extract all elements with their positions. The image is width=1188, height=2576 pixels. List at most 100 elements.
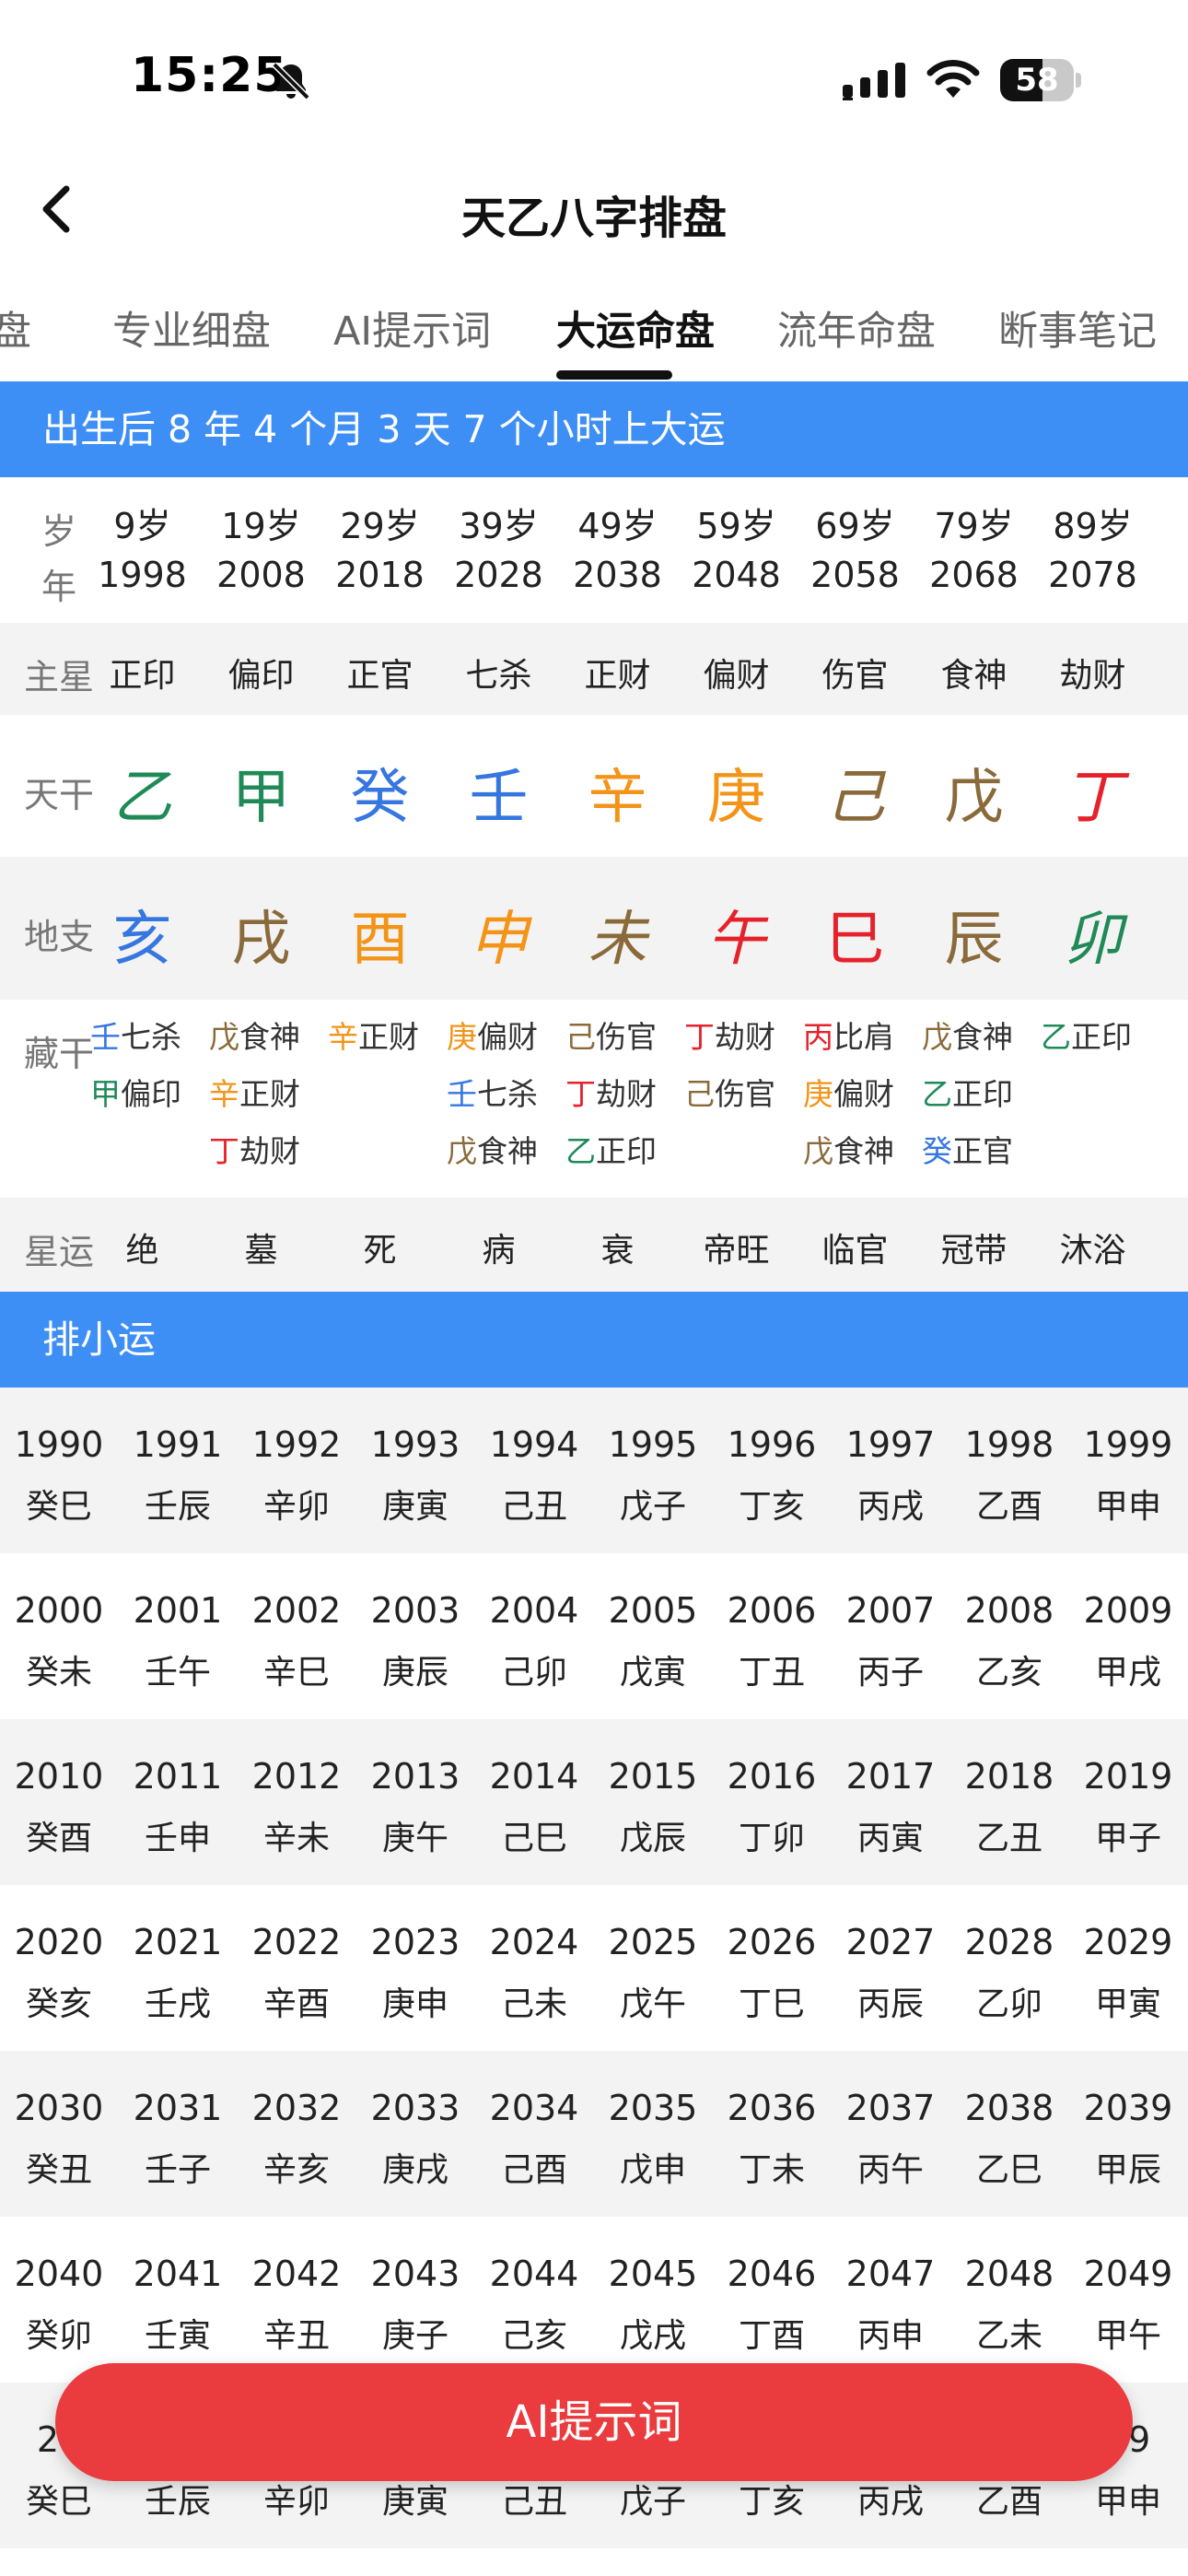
- xiaoyun-ganzhi: 甲申: [1094, 2483, 1161, 2521]
- xiaoyun-year: 2033: [370, 2088, 460, 2128]
- xiaoyun-ganzhi: 丙戌: [856, 1488, 924, 1526]
- xiaoyun-year: 2025: [608, 1922, 698, 1962]
- canggan-cell: 乙正印: [1041, 1009, 1159, 1066]
- dayun-age: 19岁: [221, 506, 301, 546]
- xiaoyun-year: 2038: [964, 2088, 1054, 2128]
- canggan-stem: 辛: [328, 1019, 358, 1055]
- tab-notes[interactable]: 断事笔记: [998, 299, 1157, 357]
- xiaoyun-ganzhi: 辛酉: [262, 1985, 330, 2023]
- canggan-cell: 丙比肩 庚偏财 戊食神: [803, 1009, 922, 1180]
- tiangan-glyph: 癸: [350, 764, 410, 832]
- xiaoyun-ganzhi: 乙卯: [975, 1985, 1042, 2023]
- xiaoyun-ganzhi: 乙亥: [975, 1654, 1042, 1692]
- xiaoyun-year: 2023: [370, 1922, 460, 1962]
- xiaoyun-ganzhi: 癸丑: [25, 2151, 92, 2189]
- xiaoyun-ganzhi: 甲午: [1094, 2317, 1161, 2355]
- tab-liunian[interactable]: 流年命盘: [777, 299, 936, 357]
- dizhi-glyph: 辰: [944, 906, 1004, 974]
- xiaoyun-year: 2015: [608, 1756, 698, 1797]
- xiaoyun-ganzhi: 壬戌: [144, 1985, 211, 2023]
- xiaoyun-ganzhi: 丙午: [856, 2151, 924, 2189]
- xiaoyun-ganzhi: 己酉: [500, 2151, 567, 2189]
- xiaoyun-ganzhi: 丙戌: [856, 2483, 924, 2521]
- ai-prompt-button[interactable]: AI提示词: [55, 2363, 1133, 2481]
- xiaoyun-year: 2004: [489, 1590, 579, 1631]
- canggan-shishen: 劫财: [239, 1133, 300, 1169]
- xiaoyun-ganzhi: 丙子: [856, 1654, 924, 1692]
- age-year-row: 岁 年 9岁 1998 19岁 2008 29岁 2018 39岁 2028 49岁 2038 59…: [0, 477, 1188, 623]
- canggan-stem: 甲: [90, 1076, 121, 1112]
- canggan-shishen: 食神: [833, 1133, 894, 1169]
- xiaoyun-year: 2005: [608, 1590, 698, 1631]
- canggan-stem: 乙: [922, 1076, 952, 1112]
- tab-mingpan[interactable]: 命盘: [0, 299, 31, 357]
- canggan-shishen: 偏财: [833, 1076, 894, 1112]
- xiaoyun-ganzhi: 己未: [500, 1985, 567, 2023]
- battery-percent: 58: [1015, 62, 1059, 99]
- xiaoyun-ganzhi: 丙申: [856, 2317, 924, 2355]
- dayun-age: 89岁: [1053, 506, 1133, 546]
- xiaoyun-ganzhi: 戊午: [619, 1985, 686, 2023]
- xiaoyun-year: 1992: [251, 1424, 342, 1465]
- canggan-shishen: 七杀: [477, 1076, 538, 1112]
- canggan-shishen: 食神: [239, 1019, 300, 1055]
- tiangan-glyph: 甲: [231, 764, 291, 832]
- xiaoyun-ganzhi: 丁亥: [738, 1488, 805, 1526]
- dizhi-glyph: 申: [469, 906, 529, 974]
- wifi-icon: [926, 60, 980, 98]
- xiaoyun-year: 1997: [845, 1424, 936, 1465]
- dayun-age: 49岁: [577, 506, 658, 546]
- xiaoyun-ganzhi: 癸卯: [25, 2317, 92, 2355]
- canggan-cell: 丁劫财 己伤官: [684, 1009, 803, 1123]
- xiaoyun-year: 1996: [727, 1424, 817, 1465]
- canggan-cell: 壬七杀 甲偏印: [90, 1009, 209, 1123]
- xiaoyun-year: 2031: [133, 2088, 223, 2128]
- canggan-shishen: 比肩: [833, 1019, 894, 1055]
- xiaoyun-year: 2046: [727, 2254, 817, 2294]
- dayun-year: 2028: [454, 555, 543, 595]
- canggan-stem: 戊: [209, 1019, 239, 1055]
- xiaoyun-year: 2036: [727, 2088, 817, 2128]
- tab-zhuanye[interactable]: 专业细盘: [112, 299, 271, 357]
- dizhi-glyph: 酉: [350, 906, 410, 974]
- tab-dayun[interactable]: 大运命盘: [556, 299, 715, 357]
- dayun-year: 2058: [810, 555, 900, 595]
- xingyun-row: 星运 绝墓死病衰帝旺 临官 冠带 沐浴: [0, 1198, 1188, 1292]
- canggan-shishen: 劫财: [715, 1019, 775, 1055]
- canggan-shishen: 七杀: [121, 1019, 181, 1055]
- canggan-stem: 乙: [1041, 1019, 1071, 1055]
- canggan-line: 戊食神: [209, 1009, 328, 1066]
- dayun-age: 9岁: [113, 506, 171, 546]
- tab-ai-prompt[interactable]: AI提示词: [333, 299, 491, 357]
- xiaoyun-year: 2039: [1083, 2088, 1173, 2128]
- status-bar: 15:25 58: [0, 0, 1188, 161]
- canggan-stem: 丙: [803, 1019, 833, 1055]
- canggan-cell: 辛正财: [328, 1009, 447, 1066]
- xiaoyun-ganzhi: 辛巳: [262, 1654, 330, 1692]
- canggan-row: 藏干 壬七杀 甲偏印 戊食神 辛正财 丁劫财 辛正财 庚偏财 壬七杀 戊食神 己伤官 丁劫财 乙正印丁…: [0, 1000, 1188, 1198]
- bell-muted-icon: [272, 62, 310, 100]
- xiaoyun-year: 2014: [489, 1756, 579, 1797]
- xiaoyun-year: 2042: [251, 2254, 342, 2294]
- zhuxing-cell: 偏财: [703, 657, 770, 695]
- canggan-shishen: 偏财: [477, 1019, 538, 1055]
- xiaoyun-year: 2021: [133, 1922, 223, 1962]
- canggan-shishen: 正印: [1071, 1019, 1132, 1055]
- xiaoyun-ganzhi: 丙寅: [856, 1820, 924, 1857]
- xiaoyun-ganzhi: 戊申: [619, 2151, 686, 2189]
- xingyun-cell: 冠带: [940, 1232, 1007, 1270]
- xiaoyun-ganzhi: 丁丑: [738, 1654, 805, 1692]
- xiaoyun-ganzhi: 壬寅: [144, 2317, 211, 2355]
- xiaoyun-ganzhi: 戊辰: [619, 1820, 686, 1857]
- xiaoyun-ganzhi: 癸亥: [25, 1985, 92, 2023]
- dayun-year: 2038: [573, 555, 662, 595]
- tiangan-glyph: 壬: [469, 764, 529, 832]
- zhuxing-cell: 正印: [109, 657, 176, 695]
- canggan-line: 庚偏财: [803, 1066, 922, 1123]
- xingyun-cell: 死: [363, 1232, 397, 1270]
- canggan-line: 丙比肩: [803, 1009, 922, 1066]
- canggan-line: 丁劫财: [684, 1009, 803, 1066]
- xiaoyun-year: 2027: [845, 1922, 936, 1962]
- xiaoyun-ganzhi: 乙酉: [975, 1488, 1042, 1526]
- xingyun-cell: 病: [482, 1232, 516, 1270]
